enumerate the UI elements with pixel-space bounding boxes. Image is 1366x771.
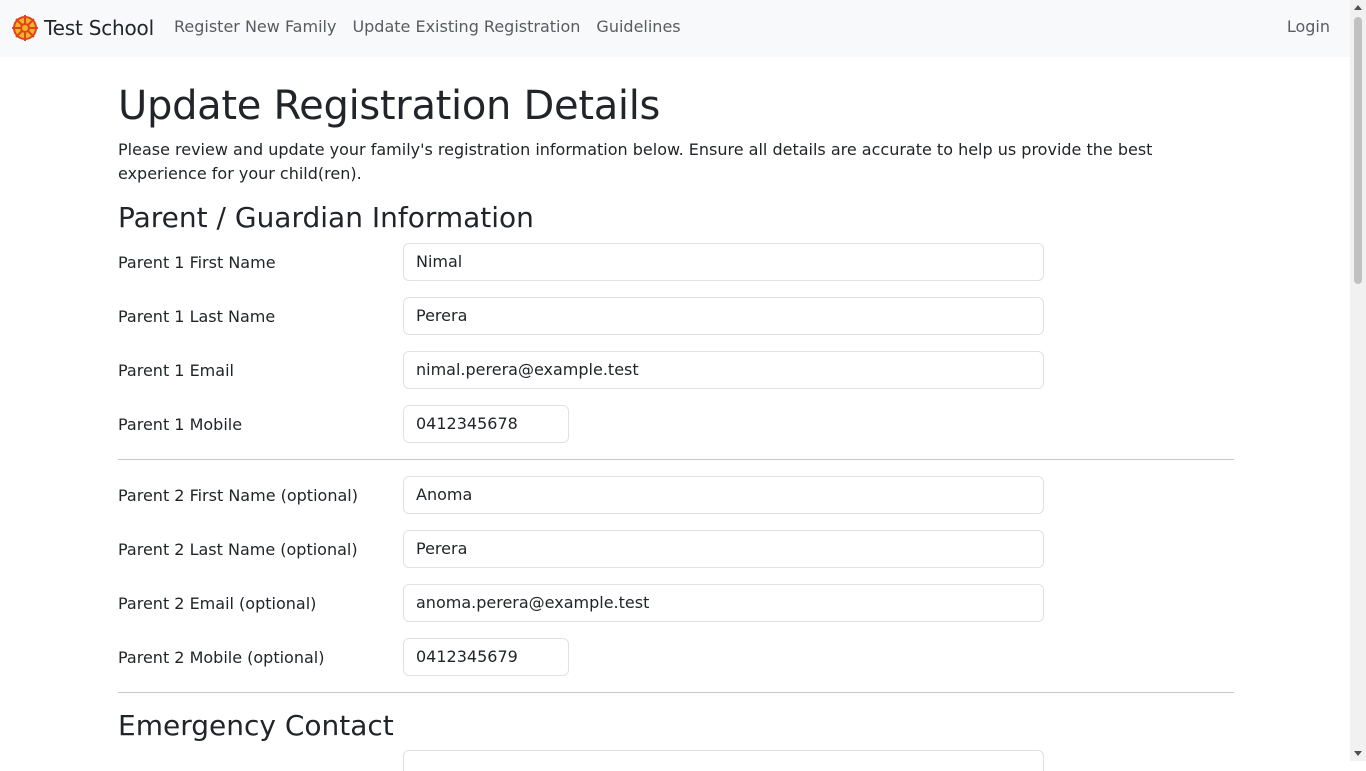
login-link[interactable]: Login (1279, 17, 1338, 36)
scroll-up-icon[interactable] (1354, 5, 1362, 10)
form-row-parent1-email: Parent 1 Email nimal.perera@example.test (118, 351, 1044, 389)
section-divider (118, 459, 1234, 460)
parent1-first-name-input[interactable]: Nimal (403, 243, 1044, 281)
nav-register-new-family[interactable]: Register New Family (166, 17, 344, 36)
parent1-first-name-label: Parent 1 First Name (118, 252, 276, 272)
main-content: Update Registration Details Please revie… (118, 80, 1234, 771)
form-row-parent1-mobile: Parent 1 Mobile 0412345678 (118, 405, 569, 443)
parent1-last-name-input[interactable]: Perera (403, 297, 1044, 335)
parent2-last-name-label: Parent 2 Last Name (optional) (118, 539, 358, 559)
form-row-parent2-first-name: Parent 2 First Name (optional) Anoma (118, 476, 1044, 514)
parent-guardian-heading: Parent / Guardian Information (118, 201, 534, 234)
nav-update-existing-registration[interactable]: Update Existing Registration (344, 17, 588, 36)
parent2-mobile-label: Parent 2 Mobile (optional) (118, 647, 325, 667)
parent2-first-name-label: Parent 2 First Name (optional) (118, 485, 358, 505)
scrollbar-thumb[interactable] (1354, 17, 1362, 284)
nav-links: Register New Family Update Existing Regi… (166, 17, 689, 36)
parent2-first-name-input[interactable]: Anoma (403, 476, 1044, 514)
section-divider (118, 692, 1234, 693)
nav-guidelines[interactable]: Guidelines (588, 17, 688, 36)
form-row-parent2-last-name: Parent 2 Last Name (optional) Perera (118, 530, 1044, 568)
parent1-last-name-label: Parent 1 Last Name (118, 306, 276, 326)
parent1-email-label: Parent 1 Email (118, 360, 234, 380)
top-navbar: Test School Register New Family Update E… (0, 0, 1350, 57)
intro-text: Please review and update your family's r… (118, 140, 1153, 183)
form-row-parent1-first-name: Parent 1 First Name Nimal (118, 243, 1044, 281)
page-scrollbar[interactable] (1350, 0, 1366, 761)
brand-name: Test School (44, 16, 154, 40)
emergency-contact-heading: Emergency Contact (118, 709, 394, 742)
parent2-mobile-input[interactable]: 0412345679 (403, 638, 569, 676)
parent2-last-name-input[interactable]: Perera (403, 530, 1044, 568)
form-row-parent2-email: Parent 2 Email (optional) anoma.perera@e… (118, 584, 1044, 622)
form-row-parent1-last-name: Parent 1 Last Name Perera (118, 297, 1044, 335)
parent1-email-input[interactable]: nimal.perera@example.test (403, 351, 1044, 389)
scroll-down-icon[interactable] (1354, 751, 1362, 756)
form-row-parent2-mobile: Parent 2 Mobile (optional) 0412345679 (118, 638, 569, 676)
parent1-mobile-label: Parent 1 Mobile (118, 414, 243, 434)
parent2-email-label: Parent 2 Email (optional) (118, 593, 317, 613)
page-title: Update Registration Details (118, 83, 661, 129)
parent2-email-input[interactable]: anoma.perera@example.test (403, 584, 1044, 622)
school-logo-icon (12, 15, 38, 41)
brand-link[interactable]: Test School (12, 14, 154, 42)
parent1-mobile-input[interactable]: 0412345678 (403, 405, 569, 443)
